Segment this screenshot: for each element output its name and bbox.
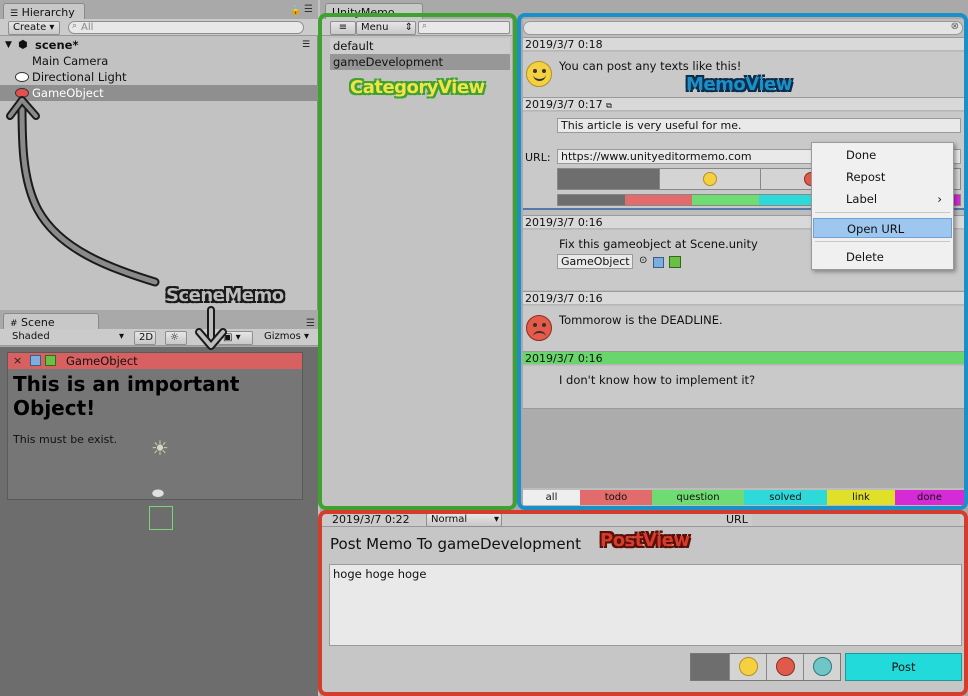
annotation-text: PostView bbox=[600, 530, 690, 551]
category-view-annotation: CategoryView bbox=[350, 77, 485, 98]
scene-memo-body: This must be exist. bbox=[13, 433, 118, 446]
scene-memo-heading: This is an important Object! bbox=[13, 372, 240, 420]
scene-panel: # Scene ☰ Shaded ▾ 2D ☼ ▣ ▾ Gizmos ▾ × G… bbox=[0, 310, 318, 696]
scene-memo-card[interactable]: × GameObject This is an important Object… bbox=[7, 352, 303, 500]
annotation-arrows bbox=[6, 96, 227, 350]
annotation-text: MemoView bbox=[686, 74, 792, 95]
gameobject-gizmo[interactable] bbox=[149, 506, 173, 530]
memo-view-annotation: MemoView bbox=[686, 74, 792, 95]
light-gizmo-icon: ☀ bbox=[151, 436, 169, 460]
post-view-annotation: PostView bbox=[600, 530, 690, 551]
annotation-text: CategoryView bbox=[350, 77, 485, 98]
camera-gizmo-icon: ⬬ bbox=[152, 486, 164, 502]
